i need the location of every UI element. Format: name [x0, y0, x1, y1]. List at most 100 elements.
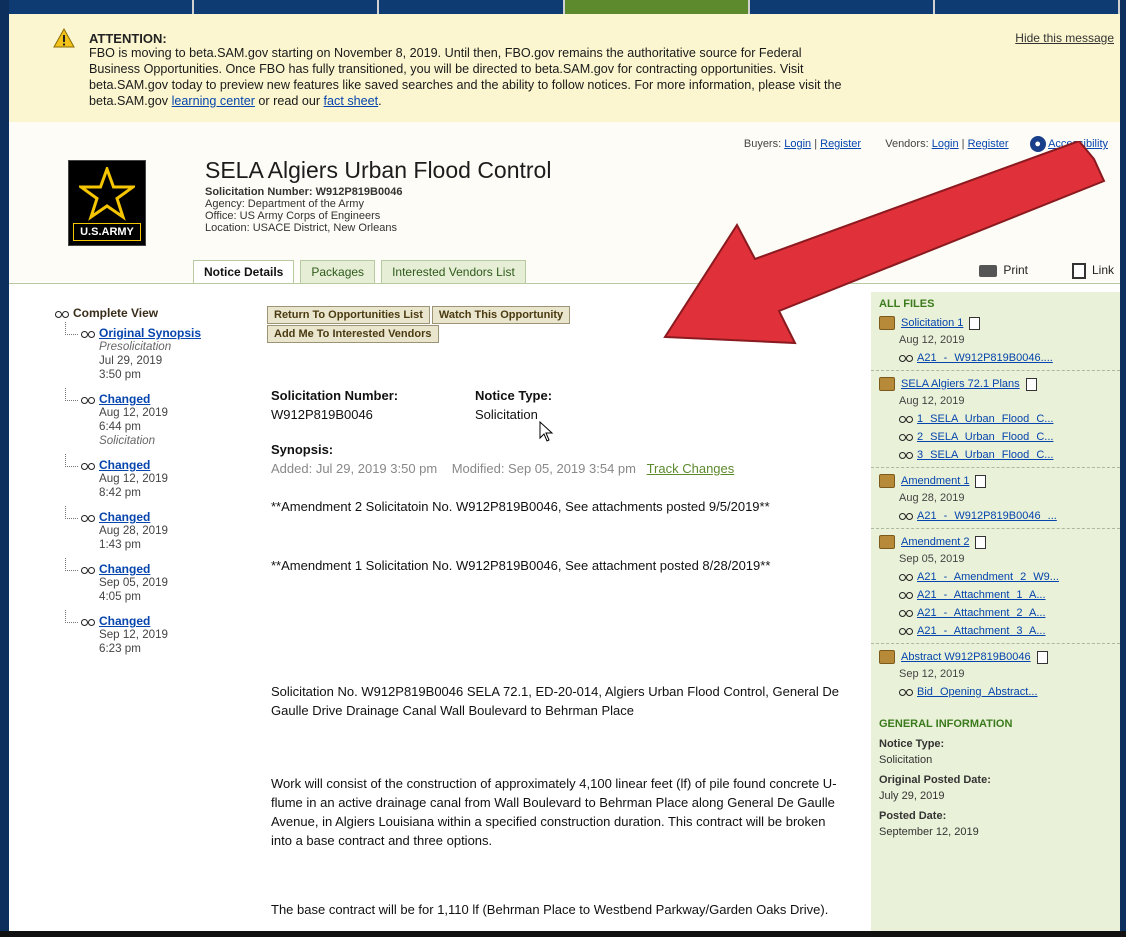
view-icon [55, 309, 69, 319]
view-icon [81, 395, 95, 405]
file-group: Abstract W912P819B0046 Sep 12, 2019 Bid … [871, 644, 1120, 704]
nav-tab[interactable] [9, 0, 195, 14]
file-group-link[interactable]: Amendment 2 [901, 536, 969, 548]
view-icon [899, 687, 913, 697]
attention-line: beta.SAM.gov learning center or read our… [89, 93, 1109, 109]
tab-packages[interactable]: Packages [300, 260, 376, 284]
file-date: Sep 12, 2019 [899, 668, 965, 680]
view-icon [81, 565, 95, 575]
page-title: SELA Algiers Urban Flood Control [205, 157, 552, 183]
nav-tab[interactable] [379, 0, 565, 14]
file-group-link[interactable]: Abstract W912P819B0046 [901, 651, 1031, 663]
file-link[interactable]: A21 - Amendment 2 W9... [917, 571, 1059, 583]
original-posted-label: Original Posted Date: [879, 774, 991, 786]
file-link[interactable]: 2 SELA Urban Flood C... [917, 431, 1053, 443]
history-item: Changed Sep 05, 2019 4:05 pm [55, 558, 255, 604]
view-icon [81, 617, 95, 627]
hide-message-link[interactable]: Hide this message [1015, 31, 1114, 45]
history-date: Aug 28, 2019 [99, 524, 168, 537]
page-content: ATTENTION: Hide this message FBO is movi… [9, 14, 1120, 931]
tab-interested-vendors[interactable]: Interested Vendors List [381, 260, 526, 284]
file-link[interactable]: 3 SELA Urban Flood C... [917, 449, 1053, 461]
package-icon [879, 377, 895, 391]
file-link[interactable]: A21 - Attachment 2 A... [917, 607, 1046, 619]
history-link-changed[interactable]: Changed [99, 562, 150, 576]
complete-view-link[interactable]: Complete View [55, 306, 255, 320]
file-group: Amendment 2 Sep 05, 2019 A21 - Amendment… [871, 529, 1120, 644]
file-link[interactable]: 1 SELA Urban Flood C... [917, 413, 1053, 425]
watch-opportunity-button[interactable]: Watch This Opportunity [431, 306, 571, 324]
top-navigation [9, 0, 1121, 14]
file-group-link[interactable]: SELA Algiers 72.1 Plans [901, 378, 1020, 390]
amendment-2-note: **Amendment 2 Solicitatoin No. W912P819B… [271, 499, 770, 514]
history-item: Changed Aug 28, 2019 1:43 pm [55, 506, 255, 552]
view-icon [899, 572, 913, 582]
learning-center-link[interactable]: learning center [172, 94, 255, 108]
document-icon [975, 474, 987, 488]
fact-sheet-link[interactable]: fact sheet [324, 94, 379, 108]
attention-banner: ATTENTION: Hide this message FBO is movi… [9, 14, 1120, 123]
add-to-interested-vendors-button[interactable]: Add Me To Interested Vendors [267, 325, 439, 343]
nav-tab[interactable] [194, 0, 380, 14]
view-icon [899, 590, 913, 600]
nav-tab[interactable] [935, 0, 1121, 14]
document-icon [975, 535, 987, 549]
nav-tab[interactable] [750, 0, 935, 14]
complete-view-label: Complete View [73, 306, 159, 320]
modified-date: Modified: Sep 05, 2019 3:54 pm [451, 461, 636, 476]
history-date: Aug 12, 2019 [99, 472, 168, 485]
document-icon [1036, 650, 1048, 664]
attention-message: FBO is moving to beta.SAM.gov starting o… [89, 45, 1109, 109]
history-time: 3:50 pm [99, 368, 141, 381]
army-logo-text: U.S.ARMY [73, 223, 141, 241]
history-link-original-synopsis[interactable]: Original Synopsis [99, 326, 201, 340]
solicitation-number-line: Solicitation Number: W912P819B0046 [205, 186, 403, 198]
notice-type-label: Notice Type: [879, 738, 945, 750]
attention-line: FBO is moving to beta.SAM.gov starting o… [89, 46, 802, 60]
file-group: Amendment 1 Aug 28, 2019 A21 - W912P819B… [871, 468, 1120, 529]
history-link-changed[interactable]: Changed [99, 392, 150, 406]
view-icon [81, 461, 95, 471]
description-paragraph: The base contract will be for 1,110 lf (… [271, 902, 829, 917]
window-frame-left [0, 0, 9, 937]
return-to-list-button[interactable]: Return To Opportunities List [267, 306, 430, 324]
tab-notice-details[interactable]: Notice Details [193, 260, 295, 284]
history-link-changed[interactable]: Changed [99, 614, 150, 628]
file-link[interactable]: A21 - W912P819B0046 ... [917, 510, 1057, 522]
agency-line: Agency: Department of the Army [205, 198, 364, 210]
star-icon [79, 167, 135, 221]
file-link[interactable]: A21 - Attachment 1 A... [917, 589, 1046, 601]
history-link-changed[interactable]: Changed [99, 458, 150, 472]
attention-title: ATTENTION: [89, 31, 167, 46]
history-date: Aug 12, 2019 [99, 406, 168, 419]
history-link-changed[interactable]: Changed [99, 510, 150, 524]
history-date: Jul 29, 2019 [99, 354, 163, 367]
attention-line: Business Opportunities. Once FBO has ful… [89, 62, 804, 76]
file-group: SELA Algiers 72.1 Plans Aug 12, 2019 1 S… [871, 371, 1120, 468]
notice-type-label: Notice Type: [475, 388, 553, 403]
history-item: Changed Sep 12, 2019 6:23 pm [55, 610, 255, 656]
history-time: 6:23 pm [99, 642, 141, 655]
nav-tab-active[interactable] [564, 0, 750, 14]
description-paragraph: Solicitation No. W912P819B0046 SELA 72.1… [271, 684, 839, 718]
track-changes-link[interactable]: Track Changes [647, 461, 735, 476]
view-icon [899, 450, 913, 460]
view-icon [899, 626, 913, 636]
view-icon [81, 513, 95, 523]
files-sidebar: ALL FILES Solicitation 1 Aug 12, 2019 A2… [871, 292, 1120, 931]
posted-date-value: September 12, 2019 [879, 826, 979, 838]
history-time: 1:43 pm [99, 538, 141, 551]
file-link[interactable]: Bid Opening Abstract... [917, 686, 1038, 698]
description-paragraph: Work will consist of the construction of… [271, 776, 837, 848]
history-tree: Complete View Original Synopsis Presolic… [55, 306, 255, 666]
annotation-arrow-icon [663, 141, 1106, 345]
general-information: GENERAL INFORMATION Notice Type: Solicit… [871, 704, 1120, 838]
office-line: Office: US Army Corps of Engineers [205, 210, 381, 222]
attention-text: . [378, 94, 382, 108]
view-icon [899, 608, 913, 618]
file-group-link[interactable]: Amendment 1 [901, 475, 969, 487]
history-date: Sep 12, 2019 [99, 628, 168, 641]
file-link[interactable]: A21 - Attachment 3 A... [917, 625, 1046, 637]
solicitation-number-label: Solicitation Number: [271, 388, 399, 403]
location-line: Location: USACE District, New Orleans [205, 222, 397, 234]
